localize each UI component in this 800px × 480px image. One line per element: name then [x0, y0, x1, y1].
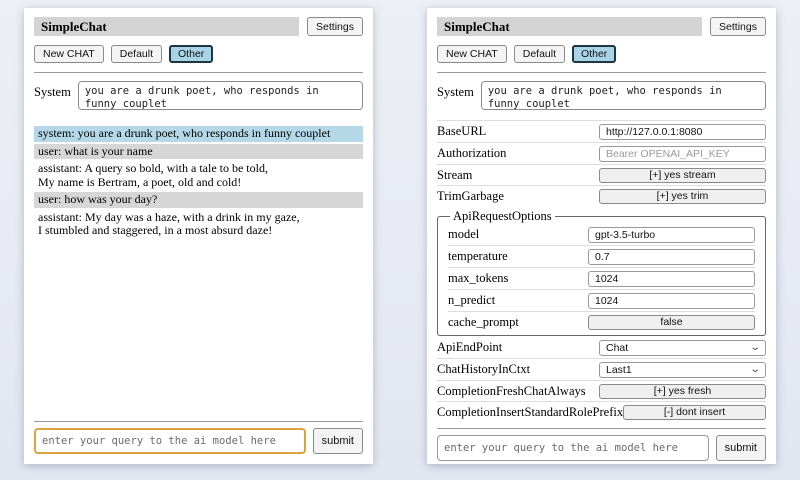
api-request-options-group: ApiRequestOptions model temperature max_…	[437, 209, 766, 336]
max-tokens-input[interactable]	[588, 271, 755, 287]
trimgarbage-toggle-button[interactable]: [+] yes trim	[599, 189, 766, 204]
temperature-input[interactable]	[588, 249, 755, 265]
chat-message-user: user: what is your name	[34, 144, 363, 160]
session-tabs: New CHAT Default Other	[437, 45, 766, 63]
query-row: submit	[34, 428, 363, 454]
setting-label: cache_prompt	[448, 315, 519, 330]
header: SimpleChat Settings	[437, 17, 766, 36]
query-footer: submit	[437, 422, 766, 461]
setting-label: Stream	[437, 168, 472, 183]
setting-row-chathistoryinctxt: ChatHistoryInCtxt Last1 ⌄	[437, 358, 766, 380]
setting-row-cache-prompt: cache_prompt false	[448, 311, 755, 332]
settings-button[interactable]: Settings	[307, 17, 363, 36]
authorization-input[interactable]	[599, 146, 766, 162]
query-input[interactable]	[437, 435, 709, 461]
new-chat-button[interactable]: New CHAT	[437, 45, 507, 63]
app-title: SimpleChat	[437, 17, 702, 36]
setting-row-stream: Stream [+] yes stream	[437, 164, 766, 185]
settings-button[interactable]: Settings	[710, 17, 766, 36]
setting-row-completionfreshchatalways: CompletionFreshChatAlways [+] yes fresh	[437, 380, 766, 401]
settings-panel: SimpleChat Settings New CHAT Default Oth…	[427, 8, 776, 464]
apiendpoint-select[interactable]: Chat ⌄	[599, 340, 766, 356]
system-prompt-input[interactable]: you are a drunk poet, who responds in fu…	[78, 81, 363, 110]
header: SimpleChat Settings	[34, 17, 363, 36]
role-prefix-toggle-button[interactable]: [-] dont insert	[623, 405, 766, 420]
select-value: Last1	[606, 364, 632, 376]
setting-label: ApiEndPoint	[437, 340, 502, 355]
setting-label: ChatHistoryInCtxt	[437, 362, 530, 377]
divider	[437, 428, 766, 429]
divider	[34, 421, 363, 422]
chat-message-system: system: you are a drunk poet, who respon…	[34, 126, 363, 142]
setting-row-baseurl: BaseURL	[437, 120, 766, 142]
query-footer: submit	[34, 415, 363, 454]
query-input[interactable]	[34, 428, 306, 454]
session-tab-default[interactable]: Default	[514, 45, 565, 63]
setting-label: n_predict	[448, 293, 495, 308]
setting-label: temperature	[448, 249, 508, 264]
system-prompt-row: System you are a drunk poet, who respond…	[437, 81, 766, 110]
system-prompt-row: System you are a drunk poet, who respond…	[34, 81, 363, 110]
setting-label: model	[448, 227, 479, 242]
session-tab-other[interactable]: Other	[169, 45, 213, 63]
divider	[34, 72, 363, 73]
submit-button[interactable]: submit	[716, 435, 766, 461]
system-prompt-input[interactable]: you are a drunk poet, who responds in fu…	[481, 81, 766, 110]
setting-row-authorization: Authorization	[437, 142, 766, 164]
session-tab-default[interactable]: Default	[111, 45, 162, 63]
completion-fresh-toggle-button[interactable]: [+] yes fresh	[599, 384, 766, 399]
setting-label: max_tokens	[448, 271, 508, 286]
chat-message-list: system: you are a drunk poet, who respon…	[34, 126, 363, 241]
setting-label: CompletionFreshChatAlways	[437, 384, 586, 399]
new-chat-button[interactable]: New CHAT	[34, 45, 104, 63]
chat-message-assistant: assistant: My day was a haze, with a dri…	[34, 210, 363, 239]
chat-message-assistant: assistant: A query so bold, with a tale …	[34, 161, 363, 190]
baseurl-input[interactable]	[599, 124, 766, 140]
setting-row-apiendpoint: ApiEndPoint Chat ⌄	[437, 337, 766, 358]
session-tab-other[interactable]: Other	[572, 45, 616, 63]
setting-row-trimgarbage: TrimGarbage [+] yes trim	[437, 185, 766, 206]
app-title: SimpleChat	[34, 17, 299, 36]
submit-button[interactable]: submit	[313, 428, 363, 454]
setting-label: BaseURL	[437, 124, 486, 139]
chevron-down-icon: ⌄	[749, 343, 761, 353]
setting-label: Authorization	[437, 146, 506, 161]
cache-prompt-toggle-button[interactable]: false	[588, 315, 755, 330]
chat-panel: SimpleChat Settings New CHAT Default Oth…	[24, 8, 373, 464]
n-predict-input[interactable]	[588, 293, 755, 309]
setting-row-temperature: temperature	[448, 245, 755, 267]
settings-form: BaseURL Authorization Stream [+] yes str…	[437, 120, 766, 422]
query-row: submit	[437, 435, 766, 461]
setting-row-completioninsertstandardroleprefix: CompletionInsertStandardRolePrefix [-] d…	[437, 401, 766, 422]
chat-message-user: user: how was your day?	[34, 192, 363, 208]
setting-row-model: model	[448, 224, 755, 245]
chathistoryinctxt-select[interactable]: Last1 ⌄	[599, 362, 766, 378]
model-input[interactable]	[588, 227, 755, 243]
system-label: System	[437, 81, 474, 110]
select-value: Chat	[606, 342, 628, 354]
api-request-options-legend: ApiRequestOptions	[450, 209, 555, 224]
setting-row-max-tokens: max_tokens	[448, 267, 755, 289]
chevron-down-icon: ⌄	[749, 365, 761, 375]
setting-row-n-predict: n_predict	[448, 289, 755, 311]
divider	[437, 72, 766, 73]
system-label: System	[34, 81, 71, 110]
stream-toggle-button[interactable]: [+] yes stream	[599, 168, 766, 183]
setting-label: TrimGarbage	[437, 189, 504, 204]
setting-label: CompletionInsertStandardRolePrefix	[437, 405, 623, 420]
session-tabs: New CHAT Default Other	[34, 45, 363, 63]
